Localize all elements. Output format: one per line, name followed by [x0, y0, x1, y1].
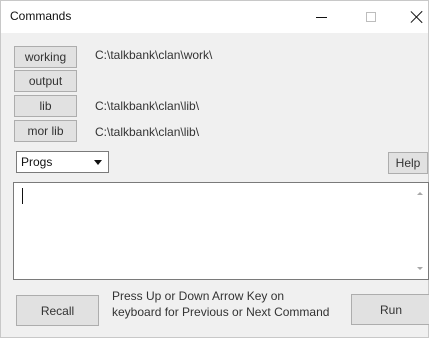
commands-window: Commands working C:\talkbank\clan\work\ …	[0, 0, 429, 338]
mor-lib-dir-button[interactable]: mor lib	[14, 120, 77, 142]
minimize-icon	[315, 16, 327, 18]
text-caret	[22, 188, 23, 204]
chevron-down-icon	[94, 160, 102, 165]
run-button[interactable]: Run	[351, 294, 429, 325]
working-dir-path: C:\talkbank\clan\work\	[95, 48, 213, 62]
recall-button[interactable]: Recall	[16, 295, 99, 326]
title-bar[interactable]: Commands	[1, 1, 428, 33]
command-input[interactable]	[13, 182, 429, 280]
minimize-button[interactable]	[299, 1, 343, 33]
mor-lib-dir-path: C:\talkbank\clan\lib\	[95, 125, 200, 139]
working-dir-button[interactable]: working	[14, 46, 77, 68]
close-button[interactable]	[395, 1, 429, 33]
help-button[interactable]: Help	[388, 152, 428, 174]
close-icon	[411, 11, 423, 23]
lib-dir-path: C:\talkbank\clan\lib\	[95, 99, 200, 113]
lib-dir-button[interactable]: lib	[14, 95, 77, 117]
maximize-button[interactable]	[349, 1, 393, 33]
scroll-down-arrow-icon[interactable]	[417, 267, 423, 270]
progs-selected-value: Progs	[21, 155, 53, 169]
output-dir-button[interactable]: output	[14, 70, 77, 92]
scroll-up-arrow-icon[interactable]	[417, 192, 423, 195]
progs-dropdown[interactable]: Progs	[16, 151, 109, 173]
window-title: Commands	[10, 9, 72, 23]
maximize-icon	[366, 12, 376, 22]
arrow-key-hint: Press Up or Down Arrow Key on keyboard f…	[112, 289, 330, 319]
